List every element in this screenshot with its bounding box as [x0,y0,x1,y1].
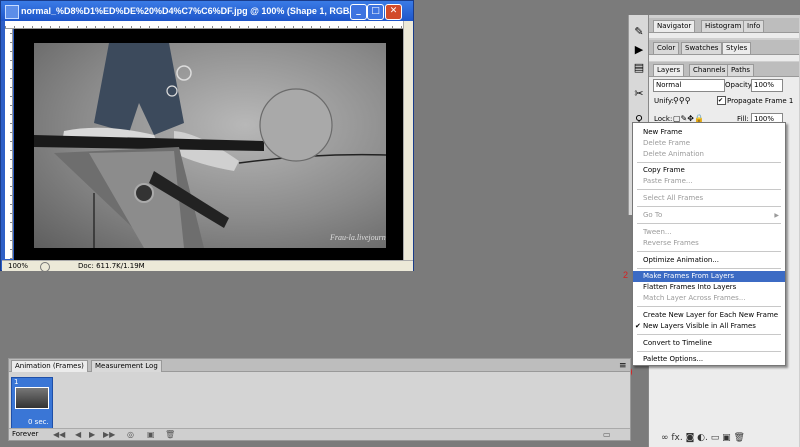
menu-separator [637,189,781,190]
horizontal-ruler[interactable] [5,21,411,29]
menu-separator [637,268,781,269]
opacity-field[interactable]: 100% [751,79,783,92]
menu-separator [637,206,781,207]
duplicate-frame-icon[interactable]: ▣ [147,430,155,439]
canvas[interactable]: Frau-la.livejournal.com [14,29,408,260]
menu-separator [637,351,781,352]
menu-separator [637,334,781,335]
tab-color[interactable]: Color [653,42,680,54]
menu-create-new-layer-each-frame[interactable]: Create New Layer for Each New Frame [633,310,785,321]
menu-palette-options[interactable]: Palette Options... [633,354,785,365]
tab-histogram[interactable]: Histogram [701,20,746,32]
menu-delete-animation[interactable]: Delete Animation [633,149,785,160]
menu-separator [637,223,781,224]
status-icon[interactable] [40,262,50,272]
menu-select-all-frames[interactable]: Select All Frames [633,193,785,204]
submenu-arrow-icon: ▶ [774,212,779,219]
document-window: normal_%D8%D1%ED%DE%20%D4%C7%C6%DF.jpg @… [0,0,414,272]
menu-flatten-frames-into-layers[interactable]: Flatten Frames Into Layers [633,282,785,293]
styles-panel-body [649,55,799,61]
play-icon[interactable]: ▶ [89,430,95,439]
menu-go-to[interactable]: Go To ▶ [633,210,785,221]
tween-icon[interactable]: ◎ [127,430,134,439]
panel-menu-icon[interactable]: ≡ [619,361,627,371]
tab-info[interactable]: Info [743,20,765,32]
tab-animation-frames[interactable]: Animation (Frames) [11,360,88,372]
propagate-label: Propagate Frame 1 [727,97,794,105]
menu-tween[interactable]: Tween... [633,227,785,238]
tab-measurement-log[interactable]: Measurement Log [91,360,162,372]
delete-frame-icon[interactable]: 🗑 [165,430,175,439]
checkmark-icon: ✔ [635,322,641,330]
previous-frame-icon[interactable]: ◀ [75,430,81,439]
minimize-button[interactable]: _ [350,4,367,20]
opacity-label: Opacity: [725,81,754,89]
watermark: Frau-la.livejournal.com [329,233,386,242]
vertical-scrollbar[interactable] [403,21,413,260]
menu-copy-frame[interactable]: Copy Frame [633,165,785,176]
menu-new-layers-visible[interactable]: ✔ New Layers Visible in All Frames [633,321,785,332]
convert-timeline-icon[interactable]: ▭ [603,430,611,439]
document-title: normal_%D8%D1%ED%DE%20%D4%C7%C6%DF.jpg @… [21,6,365,16]
menu-optimize-animation[interactable]: Optimize Animation... [633,255,785,266]
menu-separator [637,162,781,163]
zoom-level[interactable]: 100% [8,262,28,270]
tab-swatches[interactable]: Swatches [681,42,723,54]
menu-match-layer-across-frames[interactable]: Match Layer Across Frames... [633,293,785,304]
frame-delay[interactable]: 0 sec. [28,418,49,426]
frame-thumbnail [15,387,49,409]
menu-separator [637,251,781,252]
maximize-button[interactable]: □ [367,4,384,20]
brush-presets-icon[interactable]: ✎ [632,25,646,39]
animation-flyout-menu: New Frame Delete Frame Delete Animation … [632,122,786,366]
actions-icon[interactable]: ▶ [632,43,646,57]
doc-size-info[interactable]: Doc: 611.7K/1.19M [78,262,145,270]
photo-image: Frau-la.livejournal.com [34,43,408,248]
blend-mode-select[interactable]: Normal [653,79,725,92]
layers-bottom-toolbar[interactable]: ∞ fx. ◙ ◐. ▭ ▣ 🗑 [661,433,745,443]
annotation-step-2: 2 [623,270,629,280]
menu-new-frame[interactable]: New Frame [633,127,785,138]
photoshop-document-icon [5,5,19,19]
animation-panel: Animation (Frames) Measurement Log ≡ 1 0… [8,358,631,441]
tab-navigator[interactable]: Navigator [653,20,696,32]
menu-go-to-label: Go To [643,211,663,219]
layers-tab-row: Layers Channels Paths [649,62,799,77]
unify-label: Unify: [654,97,674,105]
menu-reverse-frames[interactable]: Reverse Frames [633,238,785,249]
menu-make-frames-from-layers[interactable]: Make Frames From Layers [633,271,785,282]
next-frame-icon[interactable]: ▶▶ [103,430,115,439]
menu-separator [637,306,781,307]
unify-icons[interactable]: ⚲⚲⚲ [673,96,691,105]
color-tab-row: Color Swatches Styles [649,40,799,55]
menu-convert-to-timeline[interactable]: Convert to Timeline [633,338,785,349]
animation-toolbar: Forever ◀◀ ◀ ▶ ▶▶ ◎ ▣ 🗑 ▭ [9,428,630,440]
document-titlebar[interactable]: normal_%D8%D1%ED%DE%20%D4%C7%C6%DF.jpg @… [1,1,413,21]
loop-select[interactable]: Forever [12,430,38,438]
tab-styles[interactable]: Styles [722,42,752,54]
menu-delete-frame[interactable]: Delete Frame [633,138,785,149]
close-button[interactable]: ✕ [385,4,402,20]
menu-new-layers-visible-label: New Layers Visible in All Frames [643,322,756,330]
propagate-checkbox[interactable]: ✔ [717,96,726,105]
tab-layers[interactable]: Layers [653,64,685,76]
first-frame-icon[interactable]: ◀◀ [53,430,65,439]
status-bar: 100% Doc: 611.7K/1.19M [2,260,413,272]
navigator-tab-row: Navigator Histogram Info [649,18,799,33]
navigator-panel-body [649,33,799,38]
animation-tab-row: Animation (Frames) Measurement Log ≡ [9,359,630,372]
tool-presets-icon[interactable]: ✂ [632,87,646,101]
photo-drawing: Frau-la.livejournal.com [34,43,408,248]
tab-paths[interactable]: Paths [727,64,755,76]
history-icon[interactable]: ▤ [632,61,646,75]
animation-frame[interactable]: 1 0 sec. [11,377,53,429]
vertical-ruler[interactable] [5,29,13,259]
menu-paste-frame[interactable]: Paste Frame... [633,176,785,187]
frame-number: 1 [14,378,19,386]
tab-channels[interactable]: Channels [689,64,730,76]
